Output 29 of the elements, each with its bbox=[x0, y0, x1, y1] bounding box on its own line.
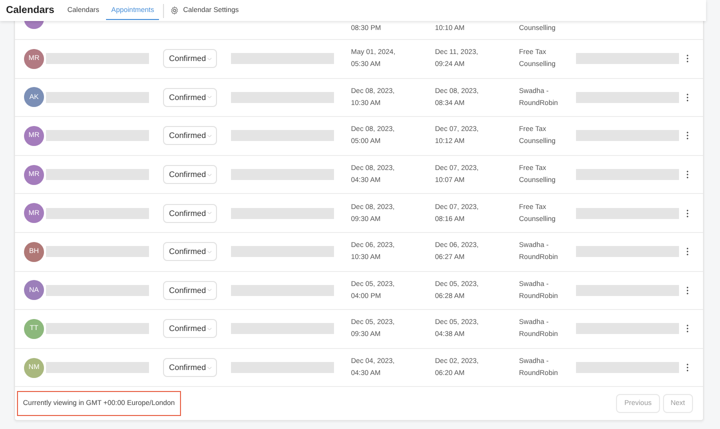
status-dropdown[interactable]: Confirmed bbox=[163, 280, 217, 300]
status-dropdown[interactable]: Confirmed bbox=[163, 126, 217, 146]
chevron-icon bbox=[206, 211, 212, 216]
chevron-icon bbox=[206, 250, 212, 254]
status-dropdown[interactable]: Confirmed bbox=[163, 242, 217, 262]
status-dropdown[interactable]: Confirmed bbox=[163, 204, 217, 223]
chevron-icon bbox=[206, 366, 212, 370]
more-icon[interactable] bbox=[686, 208, 689, 218]
chevron-icon bbox=[206, 134, 212, 138]
more-icon[interactable] bbox=[686, 54, 689, 64]
status-dropdown[interactable]: Confirmed bbox=[163, 165, 217, 184]
more-icon[interactable] bbox=[686, 247, 689, 256]
status-dropdown[interactable]: Confirmed bbox=[163, 88, 217, 107]
chevron-icon bbox=[206, 288, 212, 292]
more-icon[interactable] bbox=[686, 92, 689, 102]
status-dropdown[interactable]: Confirmed bbox=[163, 319, 217, 338]
page-title: Calendars bbox=[6, 5, 54, 16]
more-icon[interactable] bbox=[686, 131, 689, 140]
chevron-icon bbox=[206, 172, 212, 177]
chevron-icon bbox=[206, 95, 212, 100]
more-icon[interactable] bbox=[686, 324, 689, 334]
settings-icon[interactable] bbox=[170, 6, 180, 15]
more-icon[interactable] bbox=[686, 363, 689, 372]
status-dropdown[interactable]: Confirmed bbox=[163, 358, 217, 378]
status-dropdown[interactable]: Confirmed bbox=[163, 49, 217, 68]
chevron-icon bbox=[206, 56, 212, 61]
chevron-icon bbox=[206, 326, 212, 331]
more-icon[interactable] bbox=[686, 286, 689, 295]
more-icon[interactable] bbox=[686, 170, 689, 180]
